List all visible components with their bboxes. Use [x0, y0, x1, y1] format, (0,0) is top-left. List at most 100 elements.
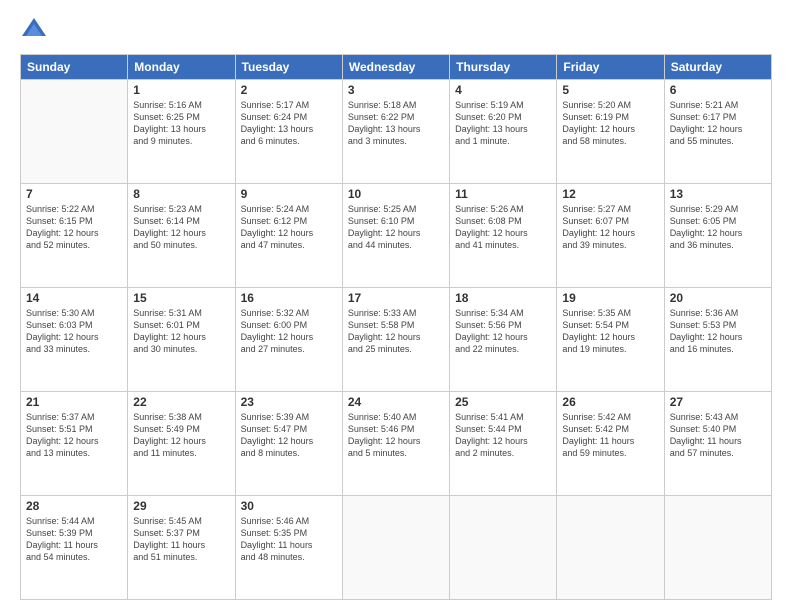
day-cell — [557, 496, 664, 600]
day-cell: 4 Sunrise: 5:19 AM Sunset: 6:20 PM Daylig… — [450, 80, 557, 184]
day-info: Sunrise: 5:38 AM Sunset: 5:49 PM Dayligh… — [133, 411, 229, 460]
day-cell: 23Sunrise: 5:39 AM Sunset: 5:47 PM Dayli… — [235, 392, 342, 496]
header-cell-tuesday: Tuesday — [235, 55, 342, 80]
day-cell: 19 Sunrise: 5:35 AM Sunset: 5:54 PM Dayli… — [557, 288, 664, 392]
day-cell: 24 Sunrise: 5:40 AM Sunset: 5:46 PM Dayli… — [342, 392, 449, 496]
day-info: Sunrise: 5:18 AM Sunset: 6:22 PM Dayligh… — [348, 99, 444, 148]
day-number: 14 — [26, 291, 122, 305]
day-info: Sunrise: 5:31 AM Sunset: 6:01 PM Dayligh… — [133, 307, 229, 356]
day-number: 9 — [241, 187, 337, 201]
header-cell-sunday: Sunday — [21, 55, 128, 80]
week-row-2: 7 Sunrise: 5:22 AM Sunset: 6:15 PM Daylig… — [21, 184, 772, 288]
day-info: Sunrise: 5:27 AM Sunset: 6:07 PM Dayligh… — [562, 203, 658, 252]
day-cell: 29 Sunrise: 5:45 AM Sunset: 5:37 PM Dayli… — [128, 496, 235, 600]
day-cell: 2 Sunrise: 5:17 AM Sunset: 6:24 PM Daylig… — [235, 80, 342, 184]
day-cell: 9 Sunrise: 5:24 AM Sunset: 6:12 PM Daylig… — [235, 184, 342, 288]
day-number: 8 — [133, 187, 229, 201]
day-number: 11 — [455, 187, 551, 201]
day-number: 16 — [241, 291, 337, 305]
day-cell — [450, 496, 557, 600]
day-cell: 8Sunrise: 5:23 AM Sunset: 6:14 PM Daylig… — [128, 184, 235, 288]
calendar-body: 1 Sunrise: 5:16 AM Sunset: 6:25 PM Daylig… — [21, 80, 772, 600]
day-number: 4 — [455, 83, 551, 97]
week-row-1: 1 Sunrise: 5:16 AM Sunset: 6:25 PM Daylig… — [21, 80, 772, 184]
day-number: 2 — [241, 83, 337, 97]
day-info: Sunrise: 5:43 AM Sunset: 5:40 PM Dayligh… — [670, 411, 766, 460]
day-info: Sunrise: 5:19 AM Sunset: 6:20 PM Dayligh… — [455, 99, 551, 148]
day-info: Sunrise: 5:33 AM Sunset: 5:58 PM Dayligh… — [348, 307, 444, 356]
day-cell: 25 Sunrise: 5:41 AM Sunset: 5:44 PM Dayli… — [450, 392, 557, 496]
day-info: Sunrise: 5:26 AM Sunset: 6:08 PM Dayligh… — [455, 203, 551, 252]
day-cell: 10 Sunrise: 5:25 AM Sunset: 6:10 PM Dayli… — [342, 184, 449, 288]
day-number: 1 — [133, 83, 229, 97]
day-info: Sunrise: 5:25 AM Sunset: 6:10 PM Dayligh… — [348, 203, 444, 252]
day-info: Sunrise: 5:36 AM Sunset: 5:53 PM Dayligh… — [670, 307, 766, 356]
day-info: Sunrise: 5:30 AM Sunset: 6:03 PM Dayligh… — [26, 307, 122, 356]
header-cell-saturday: Saturday — [664, 55, 771, 80]
day-cell — [21, 80, 128, 184]
day-info: Sunrise: 5:20 AM Sunset: 6:19 PM Dayligh… — [562, 99, 658, 148]
day-cell: 7 Sunrise: 5:22 AM Sunset: 6:15 PM Daylig… — [21, 184, 128, 288]
day-number: 19 — [562, 291, 658, 305]
day-number: 13 — [670, 187, 766, 201]
day-number: 27 — [670, 395, 766, 409]
logo — [20, 16, 52, 44]
week-row-5: 28 Sunrise: 5:44 AM Sunset: 5:39 PM Dayli… — [21, 496, 772, 600]
header-cell-monday: Monday — [128, 55, 235, 80]
day-number: 7 — [26, 187, 122, 201]
day-cell: 22 Sunrise: 5:38 AM Sunset: 5:49 PM Dayli… — [128, 392, 235, 496]
day-cell: 3Sunrise: 5:18 AM Sunset: 6:22 PM Daylig… — [342, 80, 449, 184]
calendar-header: SundayMondayTuesdayWednesdayThursdayFrid… — [21, 55, 772, 80]
header-cell-wednesday: Wednesday — [342, 55, 449, 80]
day-info: Sunrise: 5:44 AM Sunset: 5:39 PM Dayligh… — [26, 515, 122, 564]
day-info: Sunrise: 5:24 AM Sunset: 6:12 PM Dayligh… — [241, 203, 337, 252]
day-number: 28 — [26, 499, 122, 513]
day-number: 10 — [348, 187, 444, 201]
day-info: Sunrise: 5:16 AM Sunset: 6:25 PM Dayligh… — [133, 99, 229, 148]
day-number: 30 — [241, 499, 337, 513]
header-row: SundayMondayTuesdayWednesdayThursdayFrid… — [21, 55, 772, 80]
day-cell: 14 Sunrise: 5:30 AM Sunset: 6:03 PM Dayli… — [21, 288, 128, 392]
day-info: Sunrise: 5:29 AM Sunset: 6:05 PM Dayligh… — [670, 203, 766, 252]
day-info: Sunrise: 5:37 AM Sunset: 5:51 PM Dayligh… — [26, 411, 122, 460]
day-info: Sunrise: 5:45 AM Sunset: 5:37 PM Dayligh… — [133, 515, 229, 564]
day-info: Sunrise: 5:22 AM Sunset: 6:15 PM Dayligh… — [26, 203, 122, 252]
day-cell: 21 Sunrise: 5:37 AM Sunset: 5:51 PM Dayli… — [21, 392, 128, 496]
day-number: 22 — [133, 395, 229, 409]
day-info: Sunrise: 5:39 AM Sunset: 5:47 PM Dayligh… — [241, 411, 337, 460]
day-info: Sunrise: 5:35 AM Sunset: 5:54 PM Dayligh… — [562, 307, 658, 356]
day-number: 21 — [26, 395, 122, 409]
day-cell: 27 Sunrise: 5:43 AM Sunset: 5:40 PM Dayli… — [664, 392, 771, 496]
header — [20, 16, 772, 44]
day-number: 25 — [455, 395, 551, 409]
header-cell-thursday: Thursday — [450, 55, 557, 80]
day-info: Sunrise: 5:17 AM Sunset: 6:24 PM Dayligh… — [241, 99, 337, 148]
day-number: 26 — [562, 395, 658, 409]
day-cell — [664, 496, 771, 600]
day-number: 17 — [348, 291, 444, 305]
day-number: 15 — [133, 291, 229, 305]
day-info: Sunrise: 5:40 AM Sunset: 5:46 PM Dayligh… — [348, 411, 444, 460]
day-cell — [342, 496, 449, 600]
day-cell: 6 Sunrise: 5:21 AM Sunset: 6:17 PM Daylig… — [664, 80, 771, 184]
day-cell: 20Sunrise: 5:36 AM Sunset: 5:53 PM Dayli… — [664, 288, 771, 392]
day-number: 18 — [455, 291, 551, 305]
day-cell: 28 Sunrise: 5:44 AM Sunset: 5:39 PM Dayli… — [21, 496, 128, 600]
day-cell: 26 Sunrise: 5:42 AM Sunset: 5:42 PM Dayli… — [557, 392, 664, 496]
day-info: Sunrise: 5:34 AM Sunset: 5:56 PM Dayligh… — [455, 307, 551, 356]
week-row-3: 14 Sunrise: 5:30 AM Sunset: 6:03 PM Dayli… — [21, 288, 772, 392]
day-number: 6 — [670, 83, 766, 97]
day-cell: 12 Sunrise: 5:27 AM Sunset: 6:07 PM Dayli… — [557, 184, 664, 288]
day-number: 24 — [348, 395, 444, 409]
day-info: Sunrise: 5:41 AM Sunset: 5:44 PM Dayligh… — [455, 411, 551, 460]
day-cell: 1 Sunrise: 5:16 AM Sunset: 6:25 PM Daylig… — [128, 80, 235, 184]
page: SundayMondayTuesdayWednesdayThursdayFrid… — [0, 0, 792, 612]
day-info: Sunrise: 5:21 AM Sunset: 6:17 PM Dayligh… — [670, 99, 766, 148]
day-number: 12 — [562, 187, 658, 201]
header-cell-friday: Friday — [557, 55, 664, 80]
day-info: Sunrise: 5:46 AM Sunset: 5:35 PM Dayligh… — [241, 515, 337, 564]
day-number: 29 — [133, 499, 229, 513]
day-info: Sunrise: 5:42 AM Sunset: 5:42 PM Dayligh… — [562, 411, 658, 460]
day-cell: 11 Sunrise: 5:26 AM Sunset: 6:08 PM Dayli… — [450, 184, 557, 288]
day-info: Sunrise: 5:32 AM Sunset: 6:00 PM Dayligh… — [241, 307, 337, 356]
